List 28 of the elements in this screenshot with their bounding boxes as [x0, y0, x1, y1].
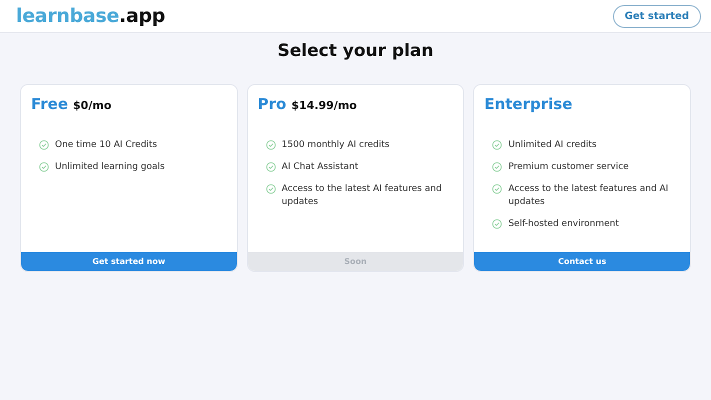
feature-text: Access to the latest features and AI updates [508, 183, 670, 209]
feature-text: 1500 monthly AI credits [282, 139, 390, 152]
check-icon [492, 184, 502, 194]
plan-name: Pro [258, 95, 286, 113]
get-started-button[interactable]: Get started [612, 4, 701, 28]
check-icon [266, 184, 276, 194]
check-icon [492, 162, 502, 172]
check-icon [492, 140, 502, 150]
check-icon [492, 219, 502, 229]
feature-text: Premium customer service [508, 161, 629, 174]
plan-button[interactable]: Get started now [21, 252, 237, 271]
check-icon [39, 162, 49, 172]
check-icon [266, 140, 276, 150]
plan-button[interactable]: Contact us [474, 252, 690, 271]
plan-price: $0/mo [73, 99, 112, 112]
plan-price: $14.99/mo [291, 99, 357, 112]
feature-text: AI Chat Assistant [282, 161, 358, 174]
plan-name: Free [31, 95, 68, 113]
check-icon [266, 162, 276, 172]
feature-text: Access to the latest AI features and updates [282, 183, 443, 209]
logo: learnbase.app [16, 5, 166, 27]
feature-text: Unlimited learning goals [55, 161, 165, 174]
feature-text: Self-hosted environment [508, 218, 619, 231]
feature-text: Unlimited AI credits [508, 139, 597, 152]
page-title: Select your plan [276, 41, 434, 63]
plan-name: Enterprise [484, 95, 572, 113]
check-icon [39, 140, 49, 150]
feature-text: One time 10 AI Credits [55, 139, 158, 152]
